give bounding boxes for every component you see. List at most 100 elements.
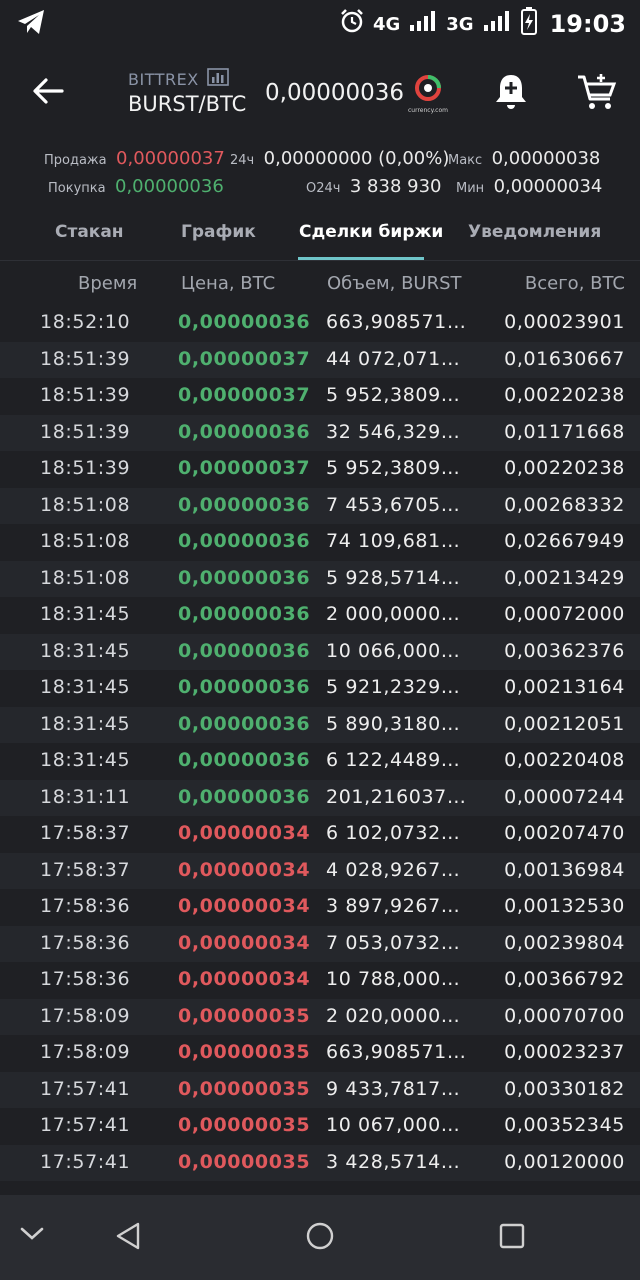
- trade-total: 0,00023237: [504, 1041, 625, 1063]
- telegram-icon: [16, 8, 46, 40]
- logo-text: currency.com: [407, 107, 448, 114]
- trade-row: 17:58:36 0,00000034 7 053,0732… 0,00239804: [0, 925, 640, 962]
- volume-stat: О24ч 3 838 930: [306, 176, 441, 197]
- back-arrow-icon[interactable]: [32, 76, 64, 110]
- trade-time: 17:58:09: [40, 1004, 131, 1027]
- trade-time: 17:58:09: [40, 1041, 131, 1063]
- trade-price: 0,00000034: [178, 822, 311, 844]
- trade-price: 0,00000036: [178, 566, 311, 589]
- trade-time: 18:31:45: [40, 639, 131, 662]
- trade-volume: 5 952,3809…: [326, 457, 461, 479]
- sell-stat: Продажа 0,00000037: [44, 148, 225, 169]
- trade-time: 17:58:36: [40, 968, 131, 990]
- currency-logo-icon: [415, 75, 441, 101]
- trade-time: 17:58:36: [40, 931, 131, 954]
- trade-total: 0,00268332: [504, 493, 625, 516]
- trade-row: 18:52:10 0,00000036 663,908571… 0,00023901: [0, 305, 640, 342]
- trade-time: 18:51:08: [40, 566, 131, 589]
- trade-time: 18:31:45: [40, 676, 131, 698]
- trade-total: 0,00220238: [504, 384, 625, 406]
- trade-price: 0,00000035: [178, 1004, 311, 1027]
- trade-volume: 7 053,0732…: [326, 931, 461, 954]
- tab-exchange-trades[interactable]: Сделки биржи: [299, 222, 443, 242]
- trade-total: 0,00220408: [504, 749, 625, 771]
- currency-com-logo[interactable]: currency.com: [404, 74, 452, 114]
- home-circle-icon[interactable]: [305, 1221, 335, 1255]
- min-value: 0,00000034: [493, 176, 603, 197]
- trade-total: 0,01171668: [504, 420, 625, 443]
- tab-order-book[interactable]: Стакан: [55, 222, 124, 242]
- network-type-1: 4G: [372, 13, 401, 35]
- trades-table-header: Время Цена, BTC Объем, BURST Всего, BTC: [0, 262, 640, 306]
- trade-volume: 10 066,000…: [326, 639, 461, 662]
- status-icons: 4G 3G 19:03: [339, 6, 626, 42]
- exchange-name[interactable]: BITTREX: [128, 68, 229, 90]
- bar-chart-icon: [206, 68, 229, 90]
- signal-icon: [408, 9, 438, 39]
- max-stat: Макс 0,00000038: [448, 148, 600, 169]
- sell-label: Продажа: [44, 153, 107, 168]
- trade-total: 0,00213164: [504, 676, 625, 698]
- header-total: Всего, BTC: [524, 273, 625, 294]
- trade-price: 0,00000037: [178, 384, 311, 406]
- trade-row: 18:51:39 0,00000036 32 546,329… 0,01171668: [0, 414, 640, 451]
- trade-volume: 5 928,5714…: [326, 566, 461, 589]
- trades-list[interactable]: 18:52:10 0,00000036 663,908571… 0,00023901 1…: [0, 305, 640, 1195]
- active-tab-indicator: [298, 257, 424, 260]
- chevron-down-icon[interactable]: [18, 1225, 46, 1247]
- exchange-label: BITTREX: [128, 69, 199, 89]
- trade-total: 0,00352345: [504, 1114, 625, 1136]
- trade-time: 17:58:36: [40, 895, 131, 917]
- trade-time: 17:57:41: [40, 1077, 131, 1100]
- tab-chart[interactable]: График: [181, 222, 256, 242]
- trade-total: 0,00070700: [504, 1004, 625, 1027]
- trade-price: 0,00000037: [178, 457, 311, 479]
- trade-volume: 74 109,681…: [326, 530, 461, 552]
- trade-price: 0,00000035: [178, 1114, 311, 1136]
- trade-volume: 5 952,3809…: [326, 384, 461, 406]
- trade-total: 0,00132530: [504, 895, 625, 917]
- back-triangle-icon[interactable]: [114, 1221, 142, 1255]
- volume-value: 3 838 930: [349, 176, 442, 197]
- trade-price: 0,00000036: [178, 603, 311, 625]
- trade-time: 17:58:37: [40, 858, 131, 881]
- sell-value: 0,00000037: [116, 148, 225, 169]
- trade-volume: 2 020,0000…: [326, 1004, 461, 1027]
- trade-row: 18:31:45 0,00000036 2 000,0000… 0,00072000: [0, 597, 640, 634]
- trade-price: 0,00000036: [178, 676, 311, 698]
- trade-row: 17:58:36 0,00000034 3 897,9267… 0,00132530: [0, 889, 640, 926]
- max-label: Макс: [448, 153, 483, 168]
- trade-row: 17:58:09 0,00000035 663,908571… 0,00023237: [0, 1035, 640, 1072]
- buy-label: Покупка: [48, 181, 106, 196]
- market-stats: Продажа 0,00000037 Покупка 0,00000036 24…: [0, 142, 640, 206]
- trade-total: 0,00023901: [504, 311, 625, 333]
- trade-volume: 4 028,9267…: [326, 858, 461, 881]
- trading-pair: BURST/BTC: [128, 92, 247, 116]
- trade-row: 18:51:08 0,00000036 74 109,681… 0,02667949: [0, 524, 640, 561]
- trade-price: 0,00000034: [178, 895, 311, 917]
- trade-total: 0,00120000: [504, 1150, 625, 1173]
- tab-bar: Стакан График Сделки биржи Уведомления: [0, 210, 640, 261]
- max-value: 0,00000038: [491, 148, 601, 169]
- trade-volume: 10 067,000…: [326, 1114, 461, 1136]
- trade-time: 18:31:45: [40, 749, 131, 771]
- trade-total: 0,00136984: [504, 858, 625, 881]
- trade-price: 0,00000034: [178, 858, 311, 881]
- trade-total: 0,00212051: [504, 712, 625, 735]
- trade-price: 0,00000036: [178, 785, 311, 808]
- tab-notifications[interactable]: Уведомления: [468, 222, 601, 242]
- cart-add-icon[interactable]: [576, 72, 618, 116]
- trade-row: 18:51:39 0,00000037 5 952,3809… 0,00220238: [0, 451, 640, 488]
- recents-square-icon[interactable]: [498, 1222, 526, 1254]
- trade-volume: 9 433,7817…: [326, 1077, 461, 1100]
- trade-total: 0,00362376: [504, 639, 625, 662]
- trade-volume: 7 453,6705…: [326, 493, 461, 516]
- trade-volume: 10 788,000…: [326, 968, 461, 990]
- bell-add-icon[interactable]: [492, 72, 530, 116]
- trade-time: 18:51:08: [40, 493, 131, 516]
- trade-price: 0,00000035: [178, 1041, 311, 1063]
- trade-price: 0,00000035: [178, 1150, 311, 1173]
- trade-total: 0,00239804: [504, 931, 625, 954]
- trade-volume: 6 102,0732…: [326, 822, 461, 844]
- network-type-2: 3G: [446, 13, 474, 35]
